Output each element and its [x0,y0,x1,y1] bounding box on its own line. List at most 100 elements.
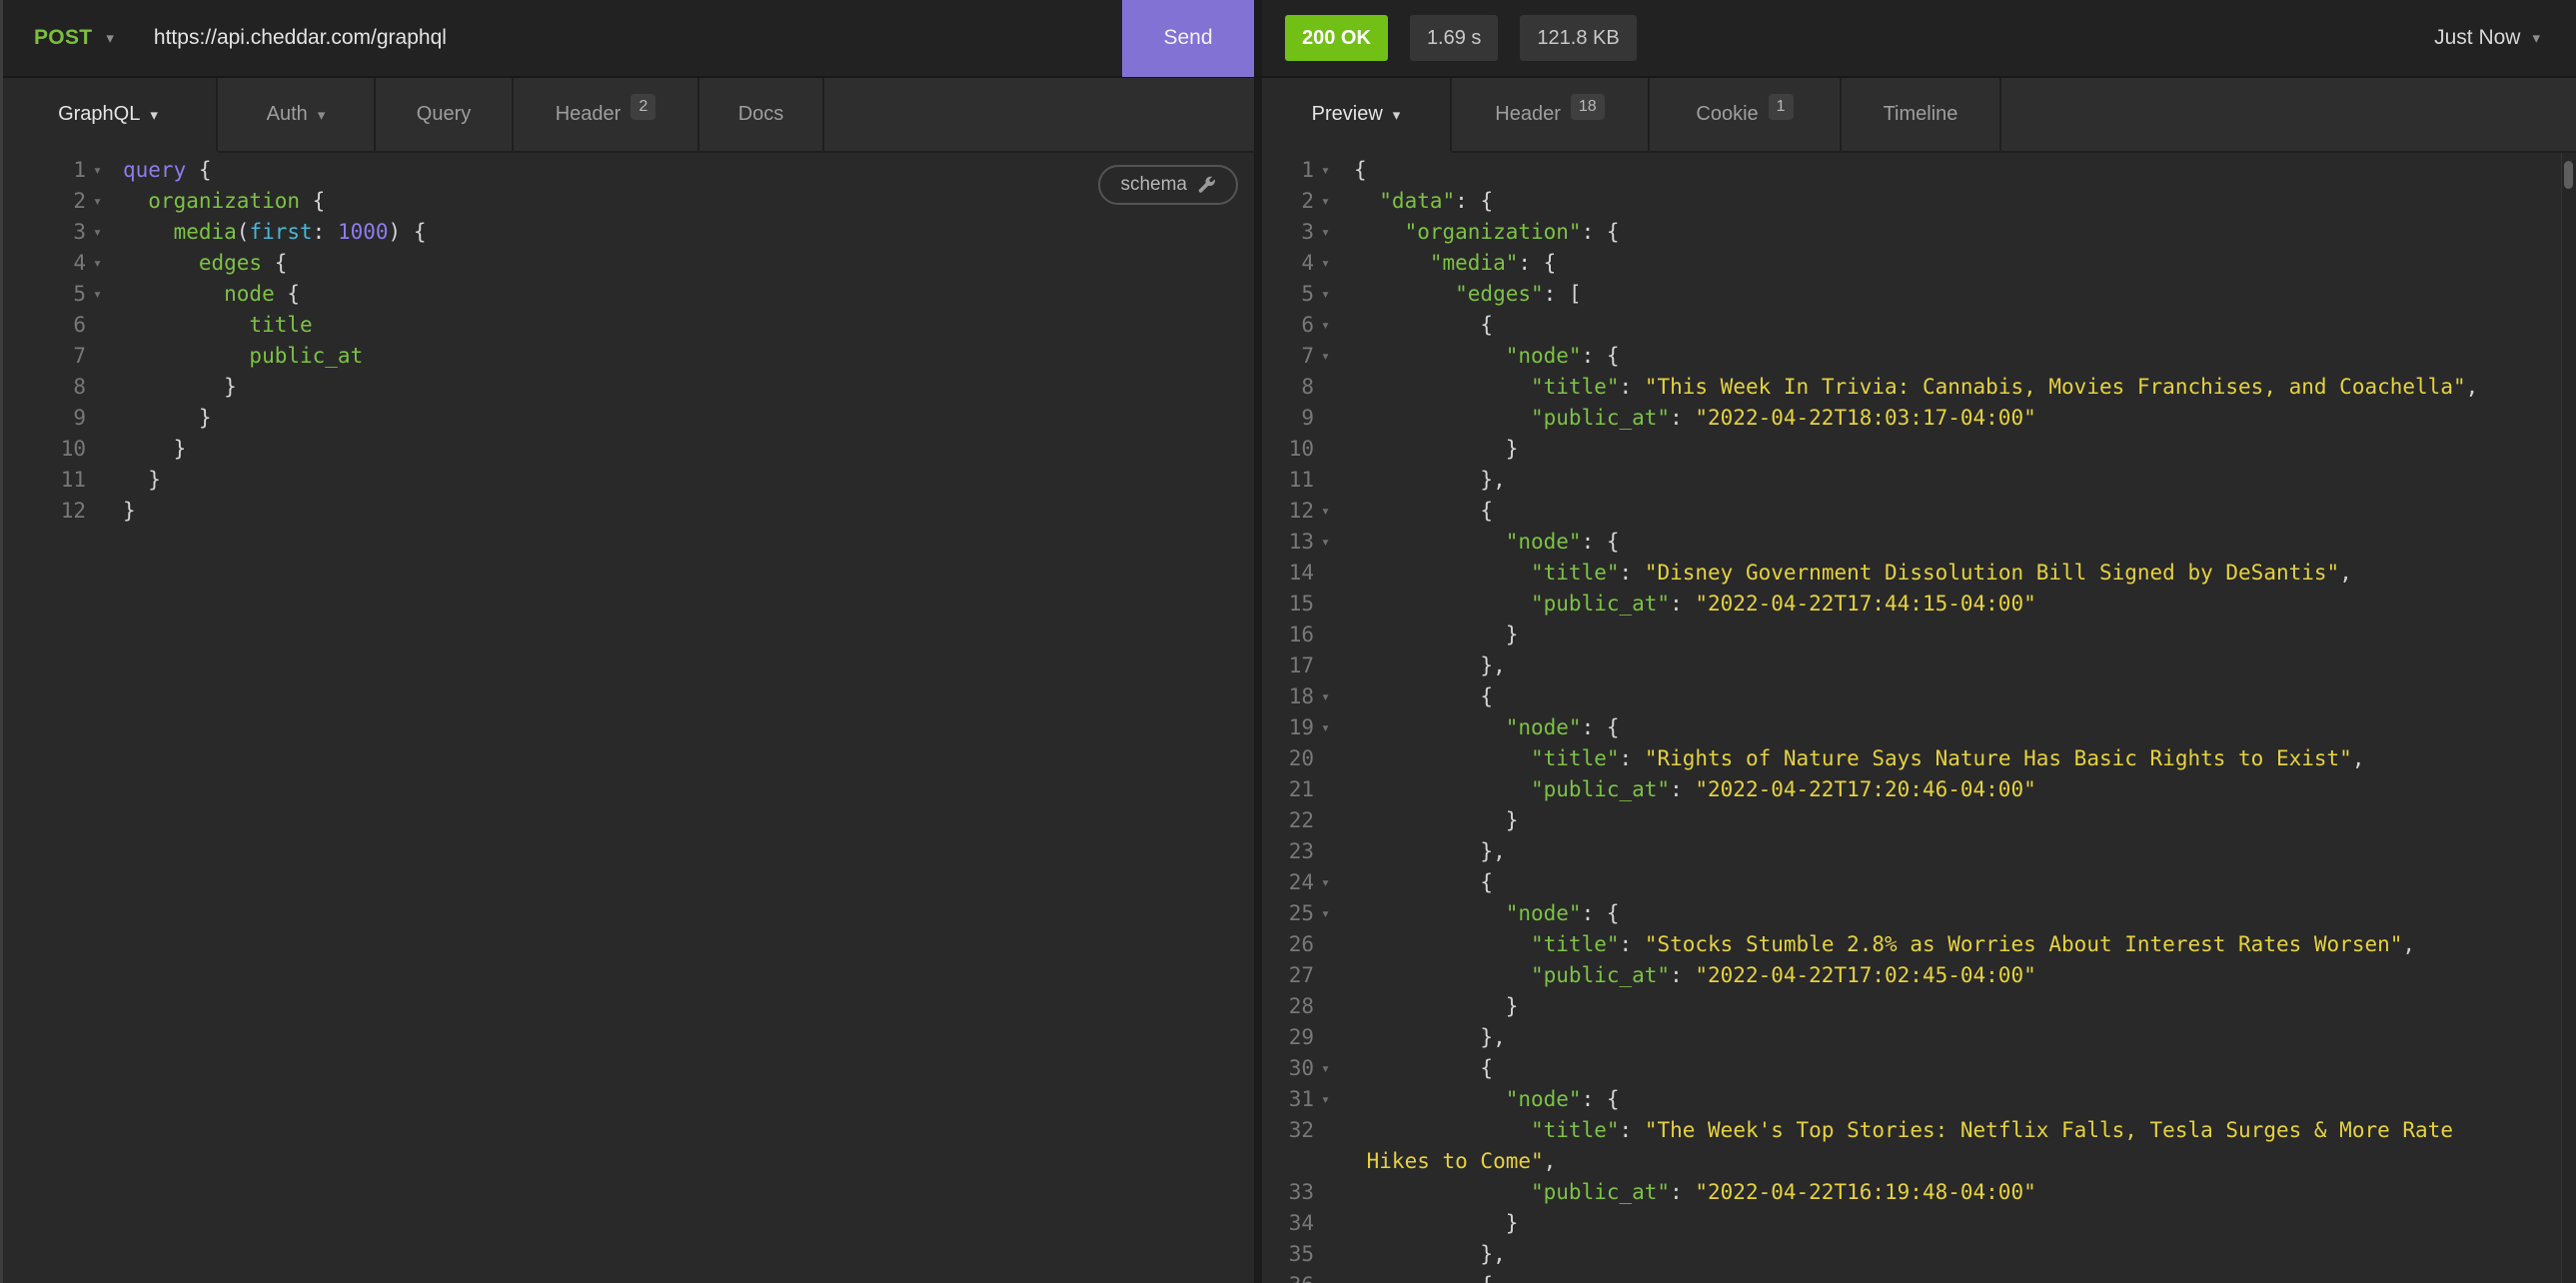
fold-spacer [1314,1146,1354,1177]
line-number: 26 [1262,929,1314,960]
fold-arrow-icon[interactable]: ▾ [1314,1270,1354,1283]
line-number: 21 [1262,774,1314,805]
url-input[interactable]: https://api.cheddar.com/graphql [154,26,447,50]
code-text: "title": "This Week In Trivia: Cannabis,… [1354,372,2478,403]
fold-arrow-icon[interactable]: ▾ [86,217,123,248]
response-time-badge: 1.69 s [1410,15,1498,61]
line-number: 7 [0,341,86,372]
line-number: 19 [1262,712,1314,743]
code-line: 22 } [1262,805,2576,836]
fold-spacer [1314,743,1354,774]
code-text: }, [1354,465,1506,496]
code-text: title [123,310,313,341]
scrollbar-thumb[interactable] [2564,161,2573,189]
fold-arrow-icon[interactable]: ▾ [86,155,123,186]
code-line: 23 }, [1262,836,2576,867]
schema-button-label: schema [1120,174,1187,196]
line-number: 4 [1262,248,1314,279]
method-dropdown[interactable]: POST ▾ [0,26,114,50]
code-text: { [1354,681,1493,712]
code-line: 5▾ node { [0,279,1254,310]
code-line: 24▾ { [1262,867,2576,898]
fold-arrow-icon[interactable]: ▾ [1314,1084,1354,1115]
top-bar: POST ▾ https://api.cheddar.com/graphql S… [0,0,2576,78]
fold-arrow-icon[interactable]: ▾ [1314,1053,1354,1084]
tab-timeline[interactable]: Timeline [1842,78,2001,153]
body-type-label: GraphQL [58,103,140,126]
fold-arrow-icon[interactable]: ▾ [1314,712,1354,743]
code-line: 25▾ "node": { [1262,898,2576,929]
code-line: 26 "title": "Stocks Stumble 2.8% as Worr… [1262,929,2576,960]
pane-divider[interactable] [1254,0,1262,76]
line-number: 9 [1262,403,1314,434]
code-line: 7 public_at [0,341,1254,372]
code-line: 7▾ "node": { [1262,341,2576,372]
fold-arrow-icon[interactable]: ▾ [1314,155,1354,186]
fold-arrow-icon[interactable]: ▾ [1314,496,1354,527]
fold-arrow-icon[interactable]: ▾ [86,279,123,310]
graphql-query-editor[interactable]: schema 1▾query {2▾ organization {3▾ medi… [0,153,1254,1283]
fold-arrow-icon[interactable]: ▾ [1314,527,1354,558]
code-line: Hikes to Come", [1262,1146,2576,1177]
code-line: 31▾ "node": { [1262,1084,2576,1115]
tab-timeline-label: Timeline [1884,103,1958,126]
tab-cookie[interactable]: Cookie 1 [1650,78,1842,153]
send-button[interactable]: Send [1122,0,1254,77]
code-text: edges { [123,248,287,279]
tab-docs-label: Docs [738,103,784,126]
fold-spacer [1314,836,1354,867]
tab-query[interactable]: Query [376,78,514,153]
fold-arrow-icon[interactable]: ▾ [1314,279,1354,310]
line-number: 1 [0,155,86,186]
fold-arrow-icon[interactable]: ▾ [1314,898,1354,929]
tab-docs[interactable]: Docs [699,78,824,153]
code-line: 1▾{ [1262,155,2576,186]
schema-button[interactable]: schema [1098,165,1238,205]
method-label: POST [34,26,92,50]
tab-response-header[interactable]: Header 18 [1452,78,1650,153]
line-number: 29 [1262,1022,1314,1053]
fold-spacer [1314,774,1354,805]
body-type-dropdown[interactable]: GraphQL ▾ [0,78,218,153]
line-number: 6 [1262,310,1314,341]
line-number: 10 [0,434,86,465]
code-text: } [1354,434,1518,465]
code-text: "public_at": "2022-04-22T16:19:48-04:00" [1354,1177,2036,1208]
code-line: 2▾ organization { [0,186,1254,217]
tab-header[interactable]: Header 2 [514,78,699,153]
line-number: 12 [1262,496,1314,527]
pane-divider[interactable] [1254,78,1262,1283]
code-text: "organization": { [1354,217,1620,248]
fold-spacer [1314,1022,1354,1053]
code-text: } [123,434,186,465]
code-line: 34 } [1262,1208,2576,1239]
code-line: 2▾ "data": { [1262,186,2576,217]
tab-auth[interactable]: Auth ▾ [218,78,376,153]
response-view-dropdown[interactable]: Preview ▾ [1262,78,1452,153]
line-number: 11 [0,465,86,496]
fold-spacer [86,341,123,372]
response-json-viewer[interactable]: 1▾{2▾ "data": {3▾ "organization": {4▾ "m… [1262,153,2576,1283]
fold-spacer [1314,805,1354,836]
line-number: 36 [1262,1270,1314,1283]
fold-arrow-icon[interactable]: ▾ [1314,217,1354,248]
fold-arrow-icon[interactable]: ▾ [1314,310,1354,341]
fold-arrow-icon[interactable]: ▾ [86,248,123,279]
line-number: 10 [1262,434,1314,465]
history-dropdown[interactable]: Just Now ▾ [2434,26,2540,50]
tab-query-label: Query [417,103,471,126]
scrollbar-track[interactable] [2561,153,2576,1283]
fold-arrow-icon[interactable]: ▾ [1314,186,1354,217]
fold-arrow-icon[interactable]: ▾ [1314,681,1354,712]
fold-arrow-icon[interactable]: ▾ [1314,248,1354,279]
fold-arrow-icon[interactable]: ▾ [86,186,123,217]
fold-arrow-icon[interactable]: ▾ [1314,867,1354,898]
code-text: "public_at": "2022-04-22T17:02:45-04:00" [1354,960,2036,991]
code-text: { [1354,1270,1493,1283]
line-number: 5 [1262,279,1314,310]
code-text: "title": "Stocks Stumble 2.8% as Worries… [1354,929,2415,960]
code-line: 19▾ "node": { [1262,712,2576,743]
tab-bar-filler [824,78,1254,153]
fold-spacer [1314,558,1354,589]
fold-arrow-icon[interactable]: ▾ [1314,341,1354,372]
